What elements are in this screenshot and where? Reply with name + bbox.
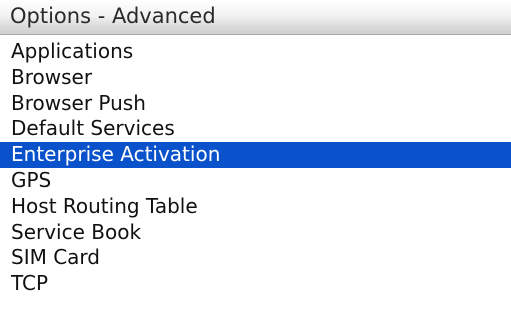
menu-item-sim-card[interactable]: SIM Card: [0, 245, 511, 271]
menu-item-gps[interactable]: GPS: [0, 168, 511, 194]
title-bar: Options - Advanced: [0, 0, 511, 35]
menu-item-default-services[interactable]: Default Services: [0, 116, 511, 142]
menu-item-host-routing-table[interactable]: Host Routing Table: [0, 194, 511, 220]
menu-item-browser-push[interactable]: Browser Push: [0, 91, 511, 117]
options-menu-list: Applications Browser Browser Push Defaul…: [0, 39, 511, 297]
screen-title: Options - Advanced: [10, 4, 216, 28]
menu-item-applications[interactable]: Applications: [0, 39, 511, 65]
menu-item-browser[interactable]: Browser: [0, 65, 511, 91]
menu-item-enterprise-activation[interactable]: Enterprise Activation: [0, 142, 511, 168]
menu-item-service-book[interactable]: Service Book: [0, 220, 511, 246]
menu-item-tcp[interactable]: TCP: [0, 271, 511, 297]
